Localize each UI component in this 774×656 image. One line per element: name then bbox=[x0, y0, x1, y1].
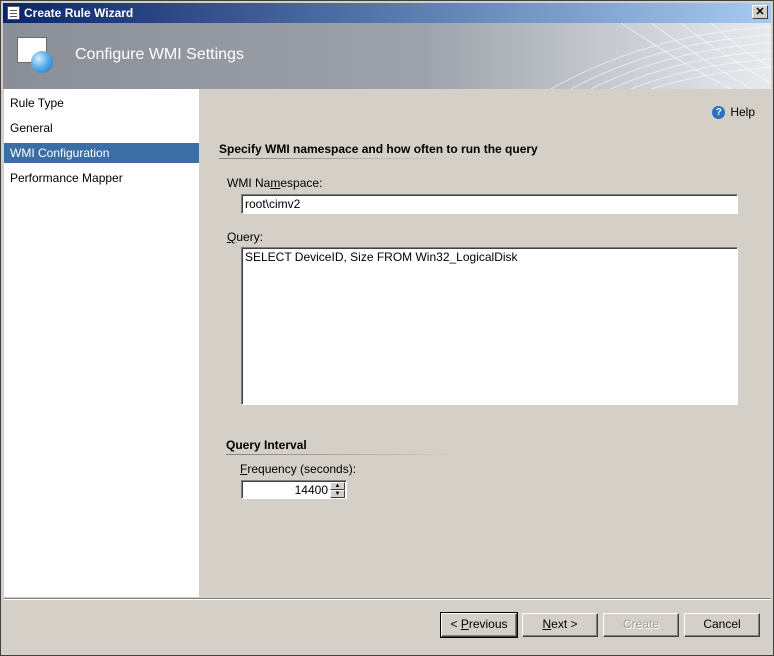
wizard-app-icon bbox=[7, 6, 20, 20]
wmi-query-textarea[interactable]: SELECT DeviceID, Size FROM Win32_Logical… bbox=[241, 247, 738, 405]
create-button[interactable]: Create bbox=[603, 613, 679, 637]
help-label: Help bbox=[730, 105, 755, 119]
frequency-value[interactable]: 14400 bbox=[295, 483, 328, 497]
title-bar[interactable]: Create Rule Wizard ✕ bbox=[3, 3, 771, 23]
create-rule-wizard-window: Create Rule Wizard ✕ Configure WMI Setti… bbox=[0, 0, 774, 656]
help-question-icon: ? bbox=[712, 106, 726, 120]
query-interval-heading: Query Interval bbox=[226, 438, 307, 452]
wmi-page-globe-icon bbox=[17, 37, 53, 73]
wmi-namespace-input[interactable] bbox=[241, 194, 738, 214]
sidebar-item-performance-mapper[interactable]: Performance Mapper bbox=[4, 168, 199, 188]
section-divider bbox=[219, 158, 459, 159]
query-label: Query: bbox=[227, 230, 264, 244]
window-title: Create Rule Wizard bbox=[24, 6, 134, 20]
frequency-stepper[interactable]: 14400 ▲ ▼ bbox=[241, 480, 347, 499]
page-title: Configure WMI Settings bbox=[75, 46, 244, 63]
sidebar-item-general[interactable]: General bbox=[4, 118, 199, 138]
cancel-button[interactable]: Cancel bbox=[684, 613, 760, 637]
header-wave-decoration bbox=[550, 23, 771, 89]
spin-up-icon[interactable]: ▲ bbox=[330, 482, 345, 490]
wizard-header-banner: Configure WMI Settings bbox=[3, 23, 771, 89]
wizard-steps-sidebar: Rule Type General WMI Configuration Perf… bbox=[4, 89, 199, 597]
frequency-label: Frequency (seconds): bbox=[240, 462, 357, 476]
spinner-buttons: ▲ ▼ bbox=[330, 482, 345, 498]
footer-divider bbox=[4, 598, 771, 599]
help-link[interactable]: ? Help bbox=[712, 104, 755, 120]
sidebar-item-wmi-configuration[interactable]: WMI Configuration bbox=[4, 143, 199, 163]
next-button[interactable]: Next > bbox=[522, 613, 598, 637]
interval-divider bbox=[226, 454, 456, 455]
previous-button[interactable]: < Previous bbox=[440, 612, 518, 638]
sidebar-item-rule-type[interactable]: Rule Type bbox=[4, 93, 199, 113]
section-heading-wmi: Specify WMI namespace and how often to r… bbox=[219, 142, 538, 156]
spin-down-icon[interactable]: ▼ bbox=[330, 490, 345, 498]
main-content-panel: ? Help Specify WMI namespace and how ofte… bbox=[199, 89, 771, 597]
close-button[interactable]: ✕ bbox=[752, 5, 768, 19]
namespace-label: WMI Namespace: bbox=[227, 176, 323, 190]
